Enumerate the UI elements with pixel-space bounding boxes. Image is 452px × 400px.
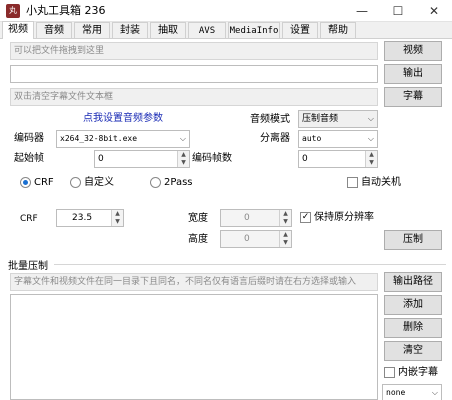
keep-resolution-label[interactable]: 保持原分辨率 xyxy=(314,211,374,225)
group-separator xyxy=(54,264,446,265)
keep-resolution-checkbox[interactable]: ✓ xyxy=(300,212,311,223)
spinner-buttons[interactable]: ▲ ▼ xyxy=(279,210,291,226)
subtitle-button[interactable]: 字幕 xyxy=(384,87,442,107)
title-bar[interactable]: 丸 小丸工具箱 236 — ☐ ✕ xyxy=(0,0,452,22)
spinner-buttons[interactable]: ▲ ▼ xyxy=(111,210,123,226)
width-spinner[interactable]: 0 ▲ ▼ xyxy=(220,209,292,227)
spinner-buttons[interactable]: ▲ ▼ xyxy=(177,151,189,167)
tab-bar: 视频 音频 常用 封装 抽取 AVS MediaInfo 设置 帮助 xyxy=(0,21,452,39)
crf-value: 23.5 xyxy=(72,213,93,223)
delete-button[interactable]: 删除 xyxy=(384,318,442,338)
encoder-label: 编码器 xyxy=(14,133,44,144)
embed-subtitle-label[interactable]: 内嵌字幕 xyxy=(398,366,438,380)
output-button[interactable]: 输出 xyxy=(384,64,442,84)
chevron-down-icon: ⌵ xyxy=(179,134,186,143)
audio-settings-link[interactable]: 点我设置音频参数 xyxy=(83,112,163,126)
embed-subtitle-checkbox[interactable] xyxy=(384,367,395,378)
tab-help[interactable]: 帮助 xyxy=(320,22,356,39)
height-value: 0 xyxy=(244,234,250,244)
maximize-icon[interactable]: ☐ xyxy=(380,1,416,21)
spinner-buttons[interactable]: ▲ ▼ xyxy=(365,151,377,167)
tab-video[interactable]: 视频 xyxy=(2,21,34,39)
tab-audio[interactable]: 音频 xyxy=(36,22,72,39)
tab-mediainfo[interactable]: MediaInfo xyxy=(228,22,280,39)
close-icon[interactable]: ✕ xyxy=(416,1,452,21)
video-button[interactable]: 视频 xyxy=(384,41,442,61)
crf-radio[interactable] xyxy=(20,177,31,188)
window-title: 小丸工具箱 236 xyxy=(26,4,106,17)
encode-frames-spinner[interactable]: 0 ▲ ▼ xyxy=(298,150,378,168)
twopass-radio[interactable] xyxy=(150,177,161,188)
demuxer-value: auto xyxy=(302,134,322,143)
audio-mode-label: 音频模式 xyxy=(250,114,290,125)
auto-shutdown-checkbox[interactable] xyxy=(347,177,358,188)
width-label: 宽度 xyxy=(188,213,208,224)
encode-button[interactable]: 压制 xyxy=(384,230,442,250)
chevron-down-icon: ⌵ xyxy=(367,134,374,143)
tab-avs[interactable]: AVS xyxy=(188,22,226,39)
start-frame-spinner[interactable]: 0 ▲ ▼ xyxy=(94,150,190,168)
start-frame-label: 起始帧 xyxy=(14,153,44,164)
encode-frames-label: 编码帧数 xyxy=(192,153,232,164)
embed-mode-select[interactable]: none ⌵ xyxy=(382,384,442,400)
crf-label: CRF xyxy=(20,214,38,224)
demuxer-label: 分离器 xyxy=(260,133,290,144)
height-spinner[interactable]: 0 ▲ ▼ xyxy=(220,230,292,248)
spinner-buttons[interactable]: ▲ ▼ xyxy=(279,231,291,247)
output-path-button[interactable]: 输出路径 xyxy=(384,272,442,292)
audio-mode-value: 压制音频 xyxy=(302,114,339,124)
auto-shutdown-label[interactable]: 自动关机 xyxy=(361,176,401,190)
add-button[interactable]: 添加 xyxy=(384,295,442,315)
subtitle-field[interactable]: 双击清空字幕文件文本框 xyxy=(10,88,378,106)
output-field[interactable] xyxy=(10,65,378,83)
chevron-down-icon: ⌵ xyxy=(431,388,438,397)
video-input-field[interactable]: 可以把文件拖拽到这里 xyxy=(10,42,378,60)
batch-file-list[interactable] xyxy=(10,294,378,400)
tab-extract[interactable]: 抽取 xyxy=(150,22,186,39)
batch-hint-field[interactable]: 字幕文件和视频文件在同一目录下且同名，不同名仅有语言后缀时请在右方选择或输入 xyxy=(10,273,378,291)
encoder-select[interactable]: x264_32-8bit.exe ⌵ xyxy=(56,130,190,148)
demuxer-select[interactable]: auto ⌵ xyxy=(298,130,378,148)
custom-radio-label[interactable]: 自定义 xyxy=(84,176,114,190)
tab-settings[interactable]: 设置 xyxy=(282,22,318,39)
minimize-icon[interactable]: — xyxy=(344,1,380,21)
custom-radio[interactable] xyxy=(70,177,81,188)
crf-radio-label[interactable]: CRF xyxy=(34,176,54,190)
audio-mode-select[interactable]: 压制音频 ⌵ xyxy=(298,110,378,128)
chevron-down-icon: ⌵ xyxy=(367,114,374,123)
twopass-radio-label[interactable]: 2Pass xyxy=(164,176,193,190)
crf-spinner[interactable]: 23.5 ▲ ▼ xyxy=(56,209,124,227)
app-icon: 丸 xyxy=(6,4,20,18)
width-value: 0 xyxy=(244,213,250,223)
embed-mode-value: none xyxy=(386,388,406,397)
batch-group-title: 批量压制 xyxy=(8,261,48,272)
tab-common[interactable]: 常用 xyxy=(74,22,110,39)
encode-frames-value: 0 xyxy=(302,154,308,164)
clear-button[interactable]: 清空 xyxy=(384,341,442,361)
height-label: 高度 xyxy=(188,234,208,245)
tab-mux[interactable]: 封装 xyxy=(112,22,148,39)
encoder-value: x264_32-8bit.exe xyxy=(60,134,138,143)
start-frame-value: 0 xyxy=(98,154,104,164)
